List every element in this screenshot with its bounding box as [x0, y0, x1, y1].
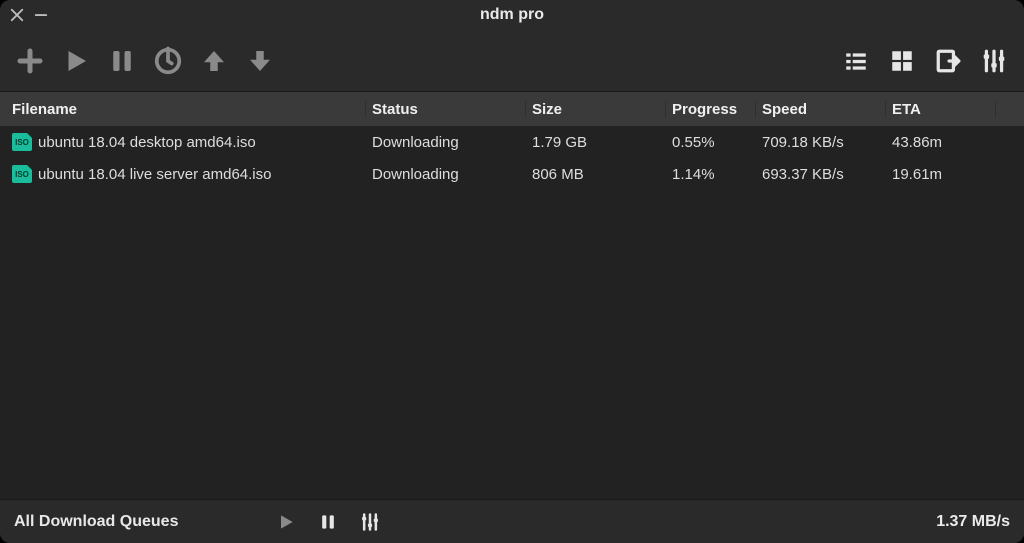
close-icon[interactable] — [8, 6, 26, 24]
schedule-button[interactable] — [152, 45, 184, 77]
cell-filename: ubuntu 18.04 live server amd64.iso — [38, 166, 271, 183]
move-down-button[interactable] — [244, 45, 276, 77]
col-status[interactable]: Status — [366, 101, 526, 118]
export-button[interactable] — [932, 45, 964, 77]
cell-progress: 0.55% — [666, 134, 756, 151]
cell-eta: 43.86m — [886, 134, 996, 151]
downloads-table: Filename Status Size Progress Speed ETA … — [0, 92, 1024, 499]
total-speed: 1.37 MB/s — [936, 513, 1010, 531]
move-up-button[interactable] — [198, 45, 230, 77]
pause-button[interactable] — [106, 45, 138, 77]
cell-status: Downloading — [366, 166, 526, 183]
cell-size: 806 MB — [526, 166, 666, 183]
table-header: Filename Status Size Progress Speed ETA — [0, 92, 1024, 126]
cell-filename: ubuntu 18.04 desktop amd64.iso — [38, 134, 256, 151]
window-controls — [8, 6, 50, 24]
toolbar — [0, 30, 1024, 92]
cell-eta: 19.61m — [886, 166, 996, 183]
list-view-button[interactable] — [840, 45, 872, 77]
table-body: ISO ubuntu 18.04 desktop amd64.iso Downl… — [0, 126, 1024, 499]
col-size[interactable]: Size — [526, 101, 666, 118]
titlebar: ndm pro — [0, 0, 1024, 30]
grid-view-button[interactable] — [886, 45, 918, 77]
window-title: ndm pro — [0, 6, 1024, 24]
table-row[interactable]: ISO ubuntu 18.04 desktop amd64.iso Downl… — [0, 126, 1024, 158]
queue-play-button[interactable] — [274, 510, 298, 534]
app-window: ndm pro — [0, 0, 1024, 543]
cell-size: 1.79 GB — [526, 134, 666, 151]
col-filename[interactable]: Filename — [6, 101, 366, 118]
cell-progress: 1.14% — [666, 166, 756, 183]
col-progress[interactable]: Progress — [666, 101, 756, 118]
settings-button[interactable] — [978, 45, 1010, 77]
iso-file-icon: ISO — [12, 133, 32, 151]
cell-speed: 693.37 KB/s — [756, 166, 886, 183]
minimize-icon[interactable] — [32, 6, 50, 24]
iso-file-icon: ISO — [12, 165, 32, 183]
queue-pause-button[interactable] — [316, 510, 340, 534]
statusbar: All Download Queues 1.37 MB/s — [0, 499, 1024, 543]
cell-status: Downloading — [366, 134, 526, 151]
table-row[interactable]: ISO ubuntu 18.04 live server amd64.iso D… — [0, 158, 1024, 190]
queue-settings-button[interactable] — [358, 510, 382, 534]
queue-selector[interactable]: All Download Queues — [14, 513, 178, 531]
cell-speed: 709.18 KB/s — [756, 134, 886, 151]
col-eta[interactable]: ETA — [886, 101, 996, 118]
resume-button[interactable] — [60, 45, 92, 77]
col-speed[interactable]: Speed — [756, 101, 886, 118]
add-button[interactable] — [14, 45, 46, 77]
